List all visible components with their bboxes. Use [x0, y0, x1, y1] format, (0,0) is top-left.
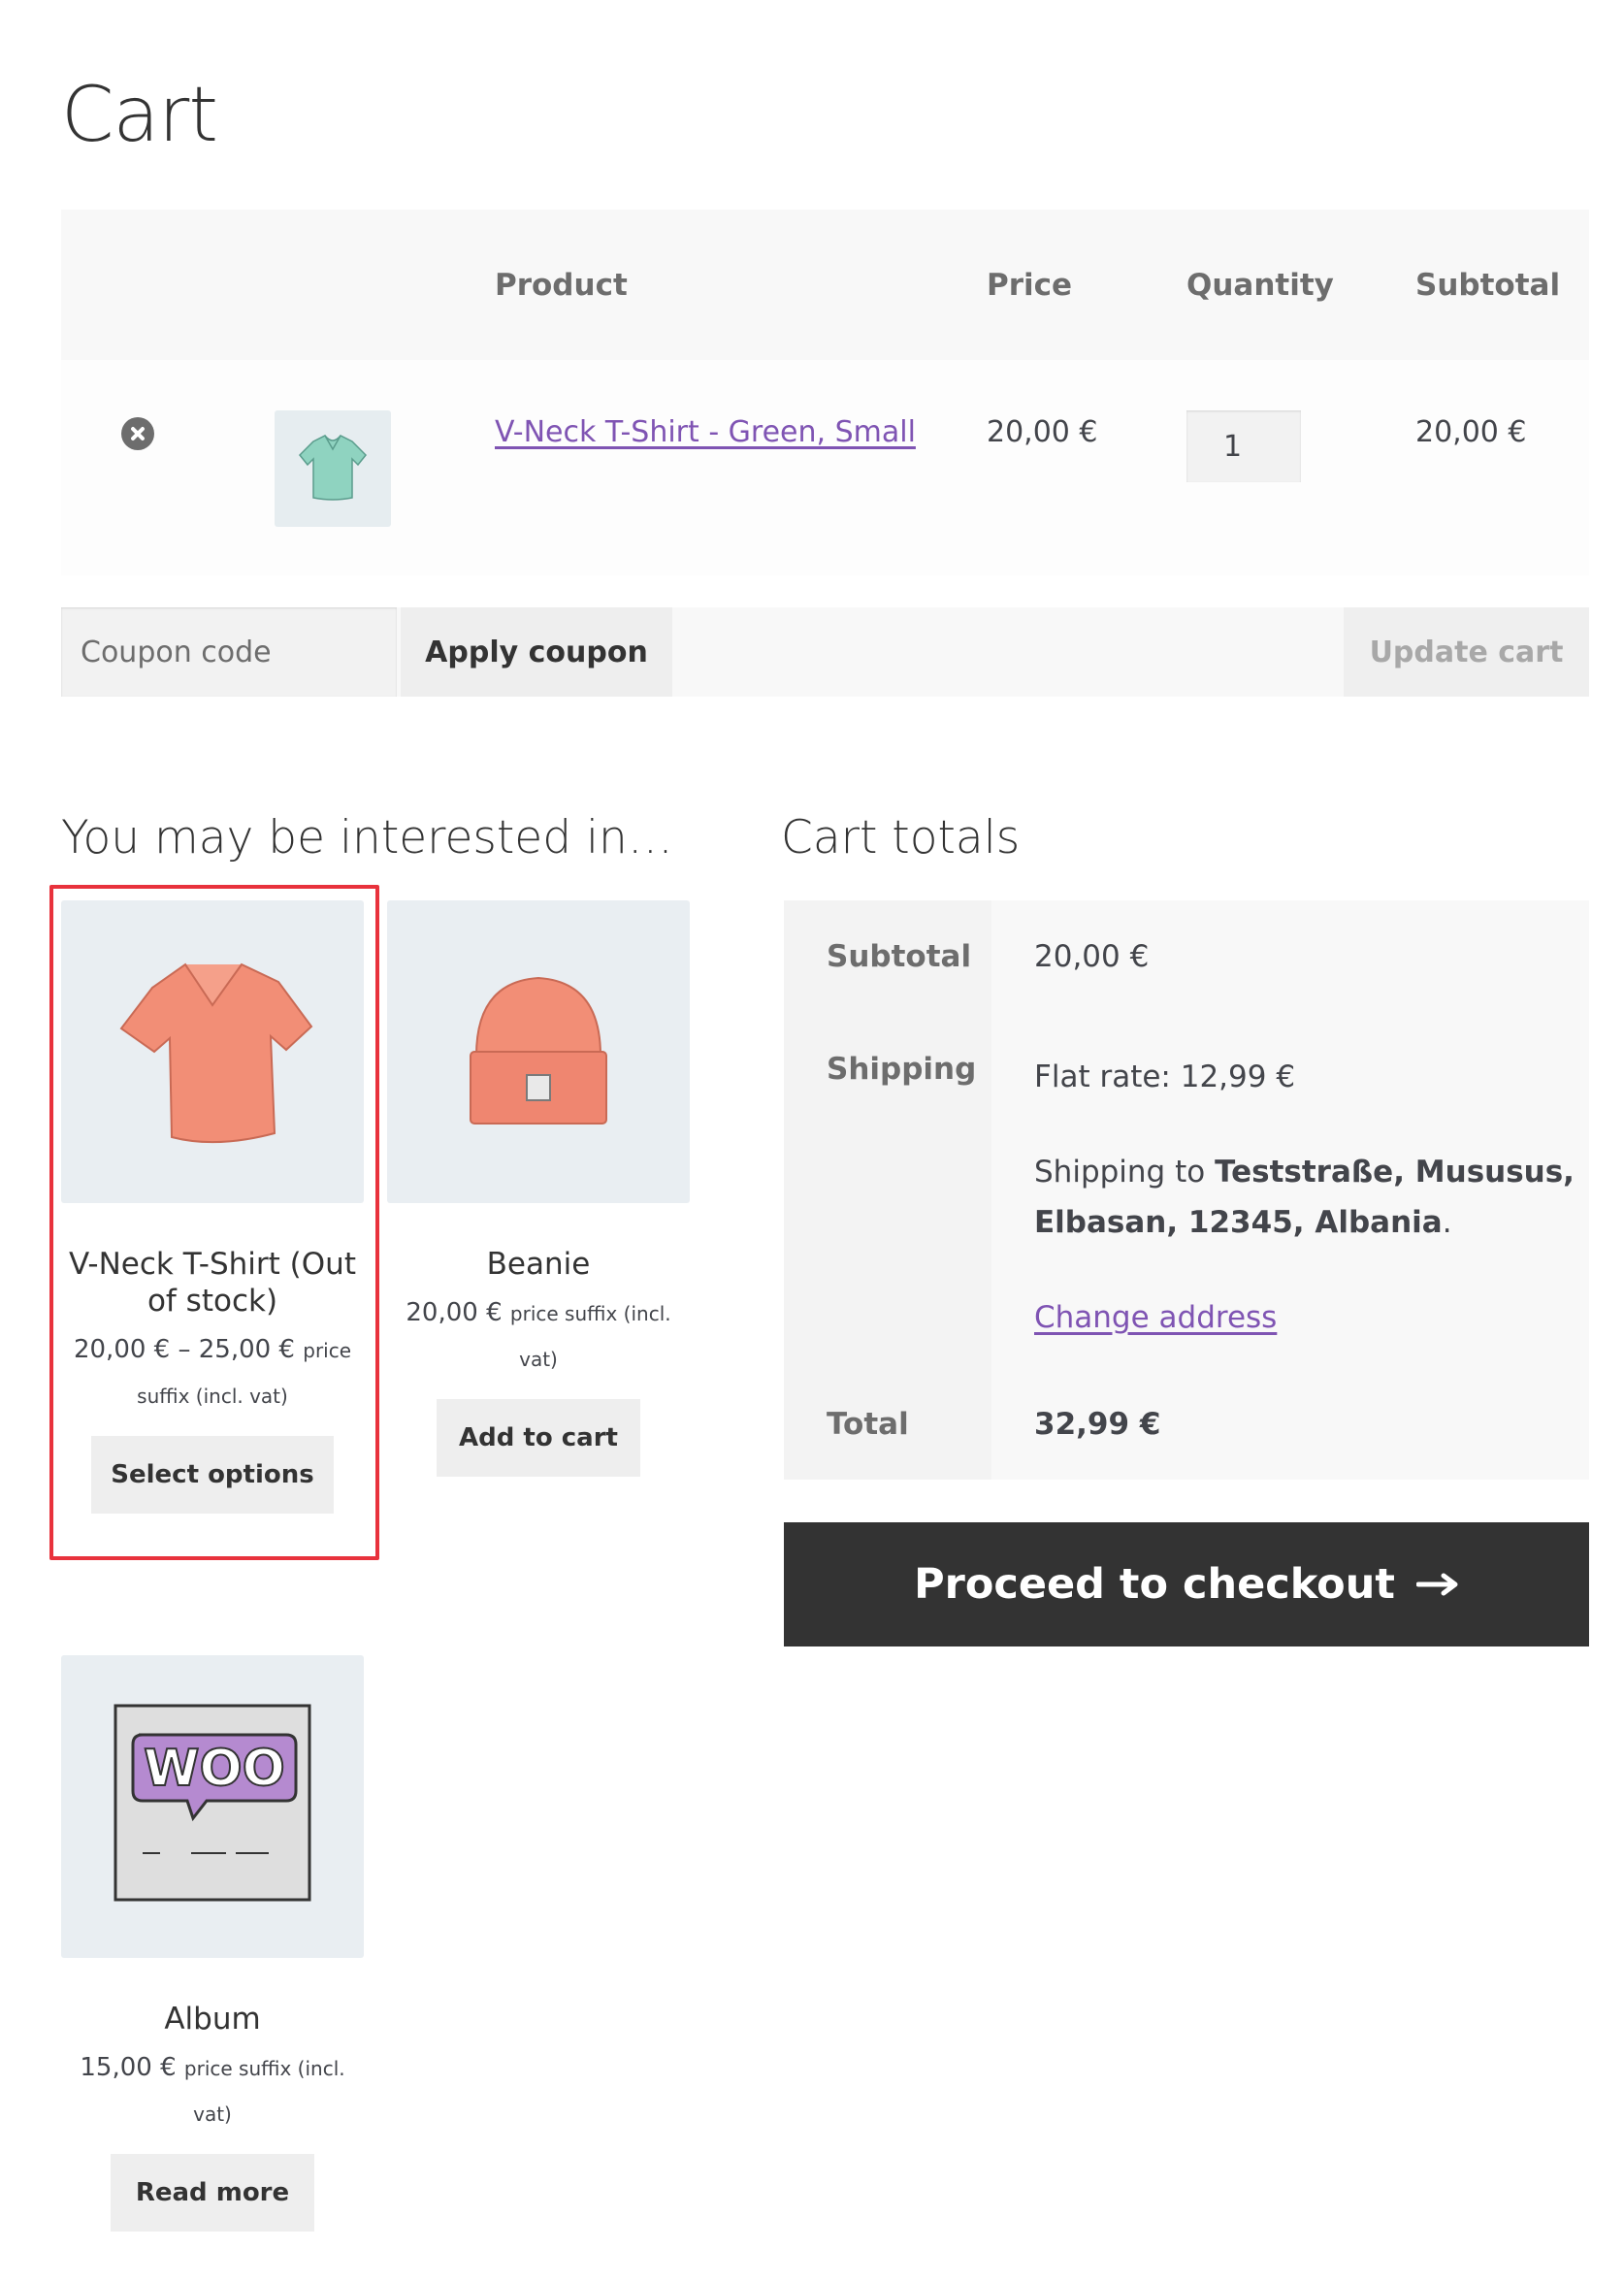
subtotal-label: Subtotal: [784, 900, 991, 1013]
cart-totals-table: Subtotal 20,00 € Shipping Flat rate: 12,…: [784, 900, 1589, 1480]
product-image[interactable]: [387, 900, 690, 1203]
coupon-code-input[interactable]: [61, 607, 397, 697]
cart-item-subtotal: 20,00 €: [1415, 415, 1527, 449]
product-name[interactable]: V-Neck T-Shirt (Out of stock): [61, 1246, 364, 1320]
svg-text:WOO: WOO: [144, 1740, 285, 1798]
price-suffix: price suffix (incl. vat): [183, 2057, 345, 2126]
cart-product-link[interactable]: V-Neck T-Shirt - Green, Small: [495, 415, 916, 449]
add-to-cart-button[interactable]: Add to cart: [437, 1399, 640, 1477]
total-label: Total: [784, 1368, 991, 1480]
product-name[interactable]: Beanie: [387, 1246, 690, 1283]
header-product: Product: [495, 268, 628, 303]
product-thumbnail[interactable]: [275, 410, 391, 527]
shipping-details: Flat rate: 12,99 € Shipping to Teststraß…: [991, 1013, 1589, 1368]
cart-totals-title: Cart totals: [781, 811, 1021, 864]
select-options-button[interactable]: Select options: [91, 1436, 334, 1514]
header-price: Price: [987, 268, 1073, 303]
woo-album-icon: WOO: [114, 1704, 311, 1902]
product-card-vneck: V-Neck T-Shirt (Out of stock) 20,00 € – …: [61, 900, 364, 1514]
product-image[interactable]: WOO: [61, 1655, 364, 1958]
vneck-tshirt-icon: [119, 962, 313, 1144]
product-price: 20,00 € price suffix (incl. vat): [387, 1290, 690, 1382]
page-title: Cart: [61, 72, 218, 159]
price-amount: 20,00 €: [406, 1298, 503, 1327]
product-price: 20,00 € – 25,00 € price suffix (incl. va…: [61, 1327, 364, 1418]
product-name[interactable]: Album: [61, 2001, 364, 2038]
remove-item-icon[interactable]: [121, 417, 154, 450]
subtotal-value: 20,00 €: [991, 900, 1589, 1013]
quantity-input[interactable]: [1186, 410, 1301, 482]
product-image[interactable]: [61, 900, 364, 1203]
product-card-album: WOO Album 15,00 € price suffix (incl. va…: [61, 1655, 364, 2232]
cart-item-price: 20,00 €: [987, 415, 1098, 449]
cart-table-header: Product Price Quantity Subtotal: [61, 210, 1589, 360]
price-amount: 20,00 € – 25,00 €: [73, 1335, 295, 1364]
cart-item-row: V-Neck T-Shirt - Green, Small 20,00 € 20…: [61, 360, 1589, 575]
price-amount: 15,00 €: [80, 2053, 177, 2082]
read-more-button[interactable]: Read more: [111, 2154, 314, 2232]
product-price: 15,00 € price suffix (incl. vat): [61, 2045, 364, 2136]
beanie-icon: [470, 976, 607, 1125]
checkout-label: Proceed to checkout: [914, 1560, 1395, 1609]
cart-actions: Apply coupon Update cart: [61, 607, 1589, 697]
shipping-method: Flat rate: 12,99 €: [1034, 1060, 1296, 1094]
apply-coupon-button[interactable]: Apply coupon: [401, 607, 672, 697]
tshirt-icon: [298, 435, 368, 501]
header-subtotal: Subtotal: [1415, 268, 1561, 303]
proceed-to-checkout-button[interactable]: Proceed to checkout: [784, 1522, 1589, 1646]
arrow-right-icon: [1415, 1573, 1458, 1596]
total-value: 32,99 €: [991, 1368, 1589, 1480]
shipping-destination: Shipping to Teststraße, Mususus, Elbasan…: [1034, 1155, 1575, 1240]
product-card-beanie: Beanie 20,00 € price suffix (incl. vat) …: [387, 900, 690, 1477]
header-quantity: Quantity: [1186, 268, 1334, 303]
update-cart-button[interactable]: Update cart: [1344, 607, 1589, 697]
price-suffix: price suffix (incl. vat): [509, 1302, 671, 1371]
cross-sells-title: You may be interested in…: [61, 811, 673, 864]
change-address-link[interactable]: Change address: [1034, 1300, 1277, 1335]
shipping-label: Shipping: [784, 1013, 991, 1368]
